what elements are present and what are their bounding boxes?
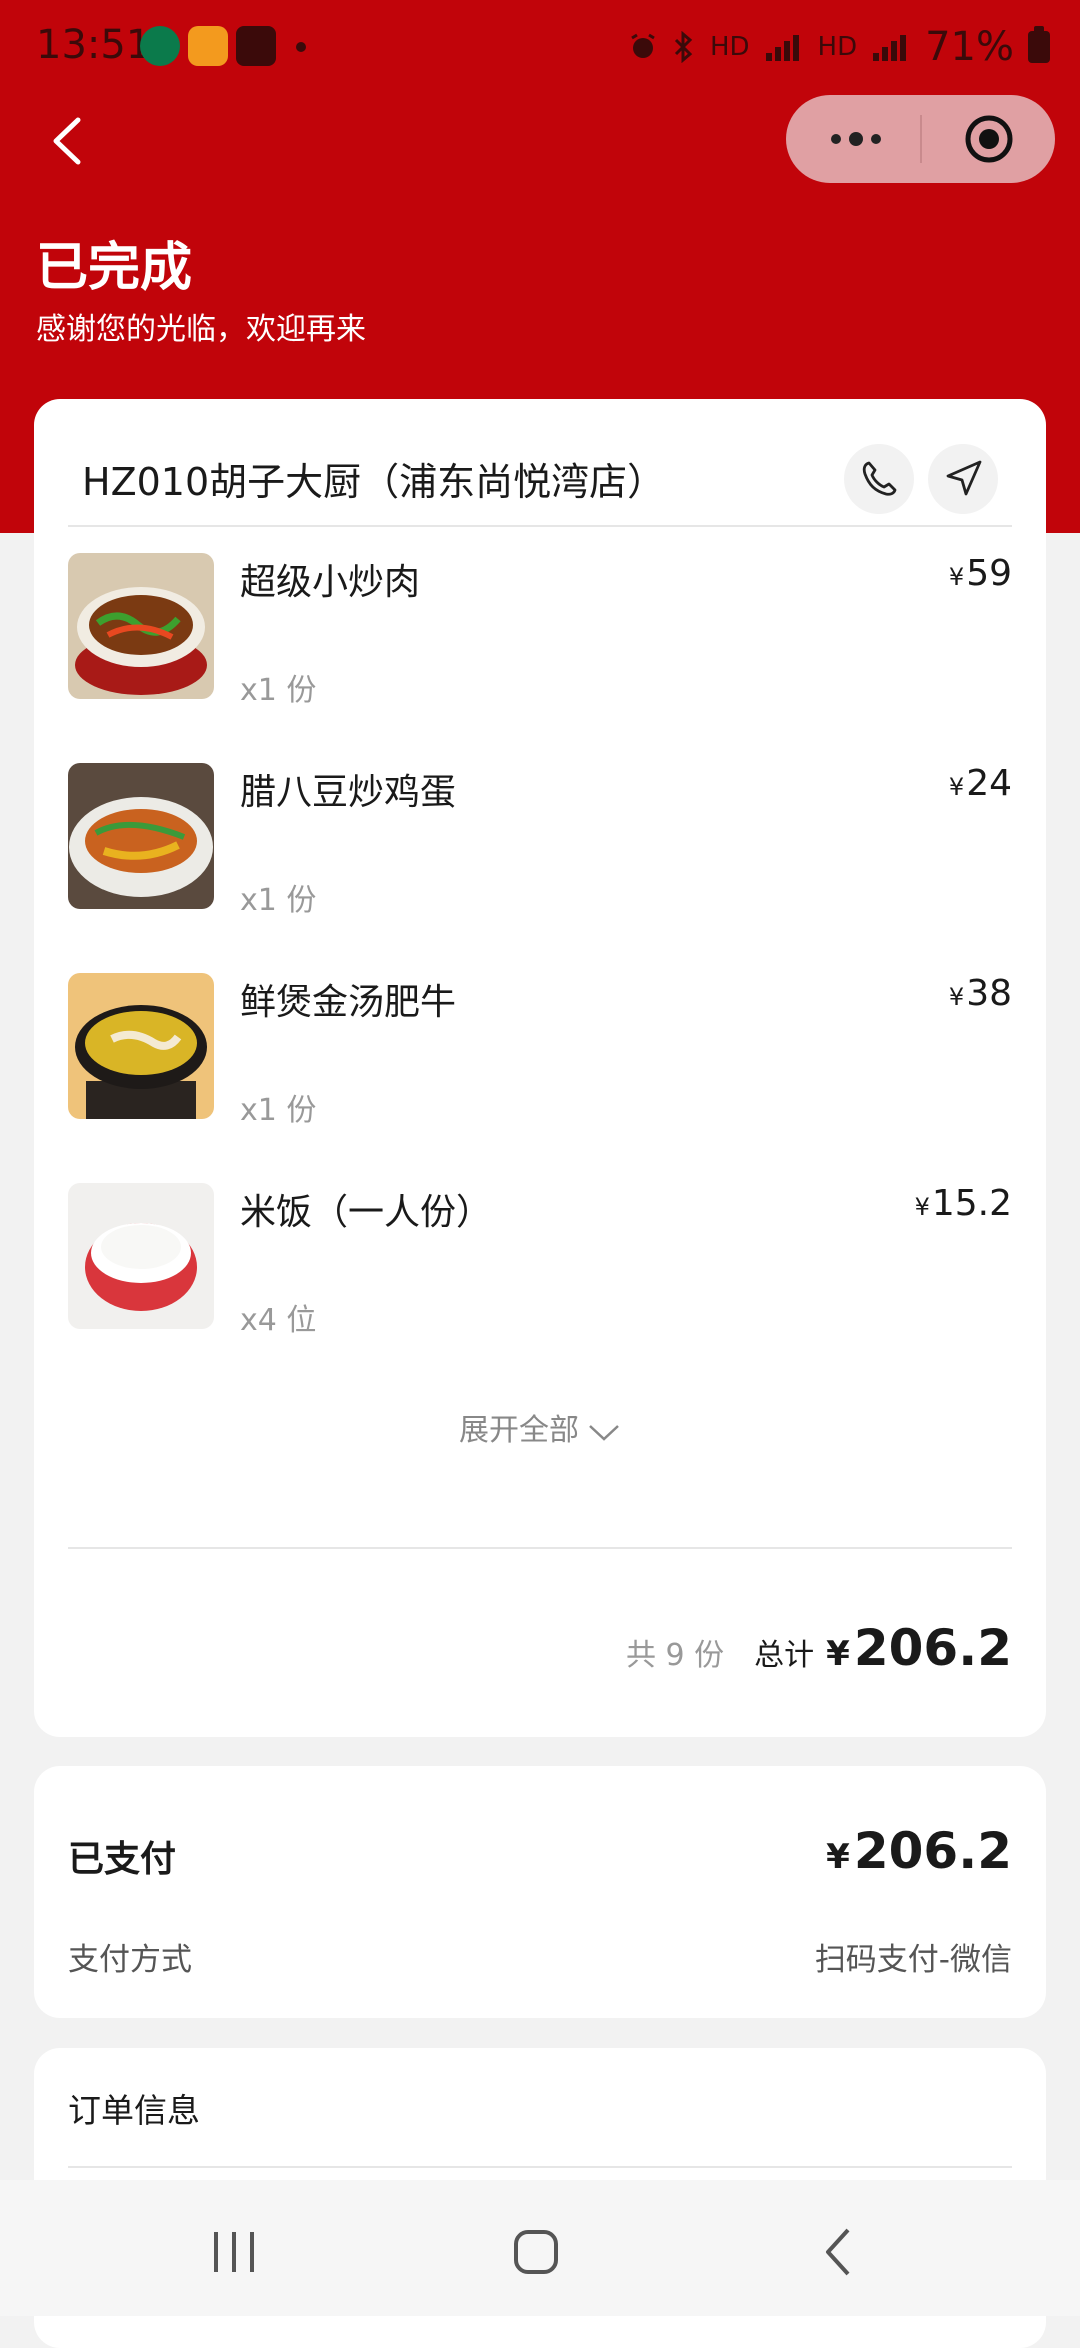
currency-symbol: ¥ bbox=[914, 1193, 930, 1221]
item-quantity: x1 份 bbox=[240, 883, 317, 918]
notification-dot-icon bbox=[296, 42, 306, 52]
item-quantity: x1 份 bbox=[240, 673, 317, 708]
item-price-value: 59 bbox=[966, 553, 1012, 594]
order-card: HZ010胡子大厨（浦东尚悦湾店） 超级小炒肉 x1 份 ¥59 腊八豆炒鸡蛋 … bbox=[34, 399, 1046, 1737]
miniprogram-capsule bbox=[786, 95, 1055, 183]
item-quantity: x4 位 bbox=[240, 1303, 317, 1338]
system-nav-bar bbox=[0, 2180, 1080, 2316]
more-dots-icon bbox=[831, 132, 881, 146]
order-info-label[interactable]: 订单信息 bbox=[68, 2084, 200, 2132]
order-info-divider bbox=[68, 2166, 1012, 2168]
item-price: ¥59 bbox=[949, 553, 1012, 594]
starbucks-app-icon bbox=[140, 26, 180, 66]
home-icon bbox=[514, 2230, 558, 2274]
call-store-button[interactable] bbox=[844, 444, 914, 514]
more-button[interactable] bbox=[826, 125, 886, 153]
order-item[interactable]: 超级小炒肉 x1 份 ¥59 bbox=[68, 553, 1012, 708]
chevron-left-icon bbox=[53, 117, 81, 165]
recent-apps-icon bbox=[214, 2232, 254, 2272]
order-summary: 共 9 份 总计 ¥ 206.2 bbox=[626, 1619, 1012, 1677]
currency-symbol: ¥ bbox=[826, 1634, 850, 1674]
heart-app-icon bbox=[188, 26, 228, 66]
alarm-icon bbox=[631, 33, 655, 58]
currency-symbol: ¥ bbox=[826, 1837, 850, 1877]
paid-amount-value: 206.2 bbox=[853, 1822, 1012, 1880]
item-quantity: x1 份 bbox=[240, 1093, 317, 1128]
recent-apps-button[interactable] bbox=[204, 2222, 264, 2282]
status-bar: 13:51 HD HD 71% bbox=[0, 0, 1080, 96]
navigation-arrow-icon bbox=[946, 460, 982, 496]
battery-icon bbox=[1028, 26, 1050, 63]
back-arrow-icon bbox=[826, 2228, 850, 2276]
page-title: 已完成 bbox=[36, 238, 193, 298]
item-price-value: 24 bbox=[966, 763, 1012, 804]
expand-all-label: 展开全部 bbox=[459, 1413, 579, 1448]
item-price: ¥24 bbox=[949, 763, 1012, 804]
store-divider bbox=[68, 525, 1012, 527]
order-item[interactable]: 腊八豆炒鸡蛋 x1 份 ¥24 bbox=[68, 763, 1012, 918]
navigate-button[interactable] bbox=[928, 444, 998, 514]
network-hd-label: HD bbox=[709, 32, 750, 62]
phone-icon bbox=[862, 461, 897, 496]
order-item[interactable]: 鲜煲金汤肥牛 x1 份 ¥38 bbox=[68, 973, 1012, 1128]
signal-icon-2 bbox=[873, 35, 907, 61]
order-item[interactable]: 米饭（一人份） x4 位 ¥15.2 bbox=[68, 1183, 1012, 1338]
network-hd-label-2: HD bbox=[817, 32, 858, 62]
total-count: 共 9 份 bbox=[626, 1638, 725, 1673]
home-button[interactable] bbox=[506, 2222, 566, 2282]
currency-symbol: ¥ bbox=[948, 773, 965, 801]
payment-method-value: 扫码支付-微信 bbox=[814, 1942, 1012, 1978]
dish-image bbox=[68, 1183, 214, 1329]
close-miniprogram-button[interactable] bbox=[964, 114, 1014, 164]
page-subtitle: 感谢您的光临，欢迎再来 bbox=[36, 312, 366, 347]
paid-label: 已支付 bbox=[68, 1839, 177, 1880]
item-name: 鲜煲金汤肥牛 bbox=[240, 982, 457, 1023]
dish-image bbox=[68, 973, 214, 1119]
item-price-value: 15.2 bbox=[931, 1183, 1012, 1224]
capsule-divider bbox=[920, 115, 922, 163]
total-label: 总计 bbox=[754, 1638, 815, 1673]
expand-all-button[interactable]: 展开全部 bbox=[34, 1405, 1046, 1449]
dish-image bbox=[68, 553, 214, 699]
item-price-value: 38 bbox=[966, 973, 1012, 1014]
payment-card: 已支付 ¥ 206.2 支付方式 扫码支付-微信 bbox=[34, 1766, 1046, 2018]
currency-symbol: ¥ bbox=[948, 983, 965, 1011]
item-price: ¥38 bbox=[949, 973, 1012, 1014]
chevron-down-icon bbox=[589, 1424, 619, 1441]
paid-amount: ¥ 206.2 bbox=[826, 1822, 1012, 1880]
payment-method-label: 支付方式 bbox=[68, 1942, 192, 1978]
total-amount: 206.2 bbox=[853, 1619, 1012, 1677]
back-button[interactable] bbox=[40, 106, 100, 176]
item-name: 米饭（一人份） bbox=[240, 1192, 493, 1233]
item-name: 腊八豆炒鸡蛋 bbox=[240, 772, 457, 813]
system-back-button[interactable] bbox=[812, 2222, 872, 2282]
battery-percent: 71% bbox=[925, 24, 1014, 70]
item-price: ¥15.2 bbox=[915, 1183, 1012, 1224]
currency-symbol: ¥ bbox=[948, 563, 965, 591]
item-name: 超级小炒肉 bbox=[240, 562, 421, 603]
status-indicators: HD HD 71% bbox=[628, 24, 1050, 70]
signal-icon bbox=[765, 35, 799, 61]
shopping-bag-icon bbox=[236, 26, 276, 66]
target-icon bbox=[965, 115, 1013, 163]
dish-image bbox=[68, 763, 214, 909]
bluetooth-icon bbox=[674, 31, 693, 63]
store-name[interactable]: HZ010胡子大厨（浦东尚悦湾店） bbox=[82, 451, 665, 506]
status-time: 13:51 bbox=[36, 22, 152, 68]
items-divider bbox=[68, 1547, 1012, 1549]
